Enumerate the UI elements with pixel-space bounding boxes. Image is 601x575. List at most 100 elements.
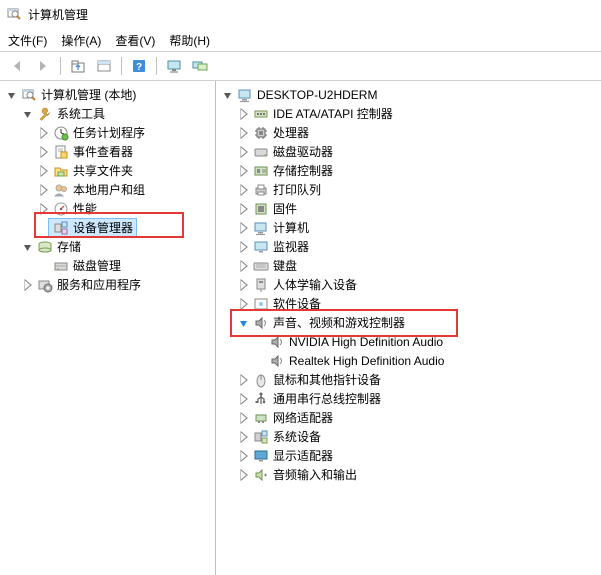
cat-usb[interactable]: 通用串行总线控制器 <box>216 389 601 408</box>
hid-icon <box>252 277 270 293</box>
expander-icon[interactable] <box>236 449 250 463</box>
cat-monitors[interactable]: 监视器 <box>216 237 601 256</box>
app-icon <box>6 6 22 22</box>
compmgmt-icon <box>20 87 38 103</box>
tree-label: 人体学输入设备 <box>273 276 357 293</box>
expander-icon[interactable] <box>36 126 50 140</box>
tree-task-scheduler[interactable]: 任务计划程序 <box>0 123 215 142</box>
cat-disk-drives[interactable]: 磁盘驱动器 <box>216 142 601 161</box>
expander-icon[interactable] <box>236 259 250 273</box>
scan-button[interactable] <box>163 55 185 77</box>
expander-icon[interactable] <box>236 373 250 387</box>
tree-local-users[interactable]: 本地用户和组 <box>0 180 215 199</box>
expander-icon[interactable] <box>236 411 250 425</box>
expander-icon[interactable] <box>236 297 250 311</box>
properties-button[interactable] <box>93 55 115 77</box>
tree-services-apps[interactable]: 服务和应用程序 <box>0 275 215 294</box>
expander-icon[interactable] <box>236 183 250 197</box>
cat-keyboards[interactable]: 键盘 <box>216 256 601 275</box>
expander-icon[interactable] <box>4 88 18 102</box>
expander-icon[interactable] <box>36 164 50 178</box>
expander-icon[interactable] <box>20 240 34 254</box>
tree-shared-folders[interactable]: 共享文件夹 <box>0 161 215 180</box>
expander-icon[interactable] <box>36 183 50 197</box>
cat-processors[interactable]: 处理器 <box>216 123 601 142</box>
cat-computer[interactable]: 计算机 <box>216 218 601 237</box>
forward-button[interactable] <box>32 55 54 77</box>
device-tree-root[interactable]: DESKTOP-U2HDERM <box>216 85 601 104</box>
expander-icon[interactable] <box>220 88 234 102</box>
cat-firmware[interactable]: 固件 <box>216 199 601 218</box>
tree-label: 通用串行总线控制器 <box>273 390 381 407</box>
tree-root[interactable]: 计算机管理 (本地) <box>0 85 215 104</box>
tree-label: 计算机 <box>273 219 309 236</box>
expander-icon[interactable] <box>236 316 250 330</box>
dev-realtek-audio[interactable]: Realtek High Definition Audio <box>216 351 601 370</box>
tree-label: 声音、视频和游戏控制器 <box>273 314 405 331</box>
menu-file[interactable]: 文件(F) <box>8 32 47 49</box>
tree-label: 音频输入和输出 <box>273 466 357 483</box>
tree-label: 磁盘管理 <box>73 257 121 274</box>
show-hidden-button[interactable] <box>189 55 211 77</box>
expander-icon[interactable] <box>36 202 50 216</box>
back-button[interactable] <box>6 55 28 77</box>
tree-label: 处理器 <box>273 124 309 141</box>
tree-label: NVIDIA High Definition Audio <box>289 335 443 349</box>
computer-icon <box>236 87 254 103</box>
tree-label: 固件 <box>273 200 297 217</box>
cat-sound[interactable]: 声音、视频和游戏控制器 <box>216 313 601 332</box>
tree-label: 软件设备 <box>273 295 321 312</box>
expander-icon[interactable] <box>236 430 250 444</box>
cpu-icon <box>252 125 270 141</box>
tree-performance[interactable]: 性能 <box>0 199 215 218</box>
expander-icon[interactable] <box>20 278 34 292</box>
tree-label: 鼠标和其他指针设备 <box>273 371 381 388</box>
sound-icon <box>252 315 270 331</box>
expander-icon[interactable] <box>236 221 250 235</box>
cat-ide[interactable]: IDE ATA/ATAPI 控制器 <box>216 104 601 123</box>
cat-display[interactable]: 显示适配器 <box>216 446 601 465</box>
menu-action[interactable]: 操作(A) <box>61 32 101 49</box>
display-icon <box>252 448 270 464</box>
tree-event-viewer[interactable]: 事件查看器 <box>0 142 215 161</box>
keyboard-icon <box>252 258 270 274</box>
cat-software-devices[interactable]: 软件设备 <box>216 294 601 313</box>
menu-view[interactable]: 查看(V) <box>115 32 155 49</box>
expander-icon[interactable] <box>236 202 250 216</box>
cat-hid[interactable]: 人体学输入设备 <box>216 275 601 294</box>
tree-storage[interactable]: 存储 <box>0 237 215 256</box>
tree-label: 本地用户和组 <box>73 181 145 198</box>
event-icon <box>52 144 70 160</box>
cat-print-queues[interactable]: 打印队列 <box>216 180 601 199</box>
expander-icon[interactable] <box>236 164 250 178</box>
menu-bar: 文件(F) 操作(A) 查看(V) 帮助(H) <box>0 29 601 51</box>
expander-icon[interactable] <box>236 107 250 121</box>
cat-mice[interactable]: 鼠标和其他指针设备 <box>216 370 601 389</box>
expander-icon[interactable] <box>236 278 250 292</box>
tree-label: 打印队列 <box>273 181 321 198</box>
sound-icon <box>268 334 286 350</box>
up-button[interactable] <box>67 55 89 77</box>
system-devices-icon <box>252 429 270 445</box>
expander-icon[interactable] <box>36 145 50 159</box>
help-button[interactable] <box>128 55 150 77</box>
expander-icon[interactable] <box>236 392 250 406</box>
tree-label: DESKTOP-U2HDERM <box>257 88 377 102</box>
expander-icon[interactable] <box>20 107 34 121</box>
tree-label: IDE ATA/ATAPI 控制器 <box>273 105 393 122</box>
tree-label: 设备管理器 <box>73 219 133 236</box>
menu-help[interactable]: 帮助(H) <box>169 32 210 49</box>
tree-device-manager[interactable]: 设备管理器 <box>0 218 215 237</box>
dev-nvidia-audio[interactable]: NVIDIA High Definition Audio <box>216 332 601 351</box>
cat-storage-controllers[interactable]: 存储控制器 <box>216 161 601 180</box>
cat-network[interactable]: 网络适配器 <box>216 408 601 427</box>
expander-icon[interactable] <box>236 468 250 482</box>
expander-icon[interactable] <box>236 145 250 159</box>
tree-disk-mgmt[interactable]: 磁盘管理 <box>0 256 215 275</box>
toolbar-separator <box>156 57 157 75</box>
expander-icon[interactable] <box>236 240 250 254</box>
expander-icon[interactable] <box>236 126 250 140</box>
cat-system-devices[interactable]: 系统设备 <box>216 427 601 446</box>
cat-audio-io[interactable]: 音频输入和输出 <box>216 465 601 484</box>
tree-system-tools[interactable]: 系统工具 <box>0 104 215 123</box>
